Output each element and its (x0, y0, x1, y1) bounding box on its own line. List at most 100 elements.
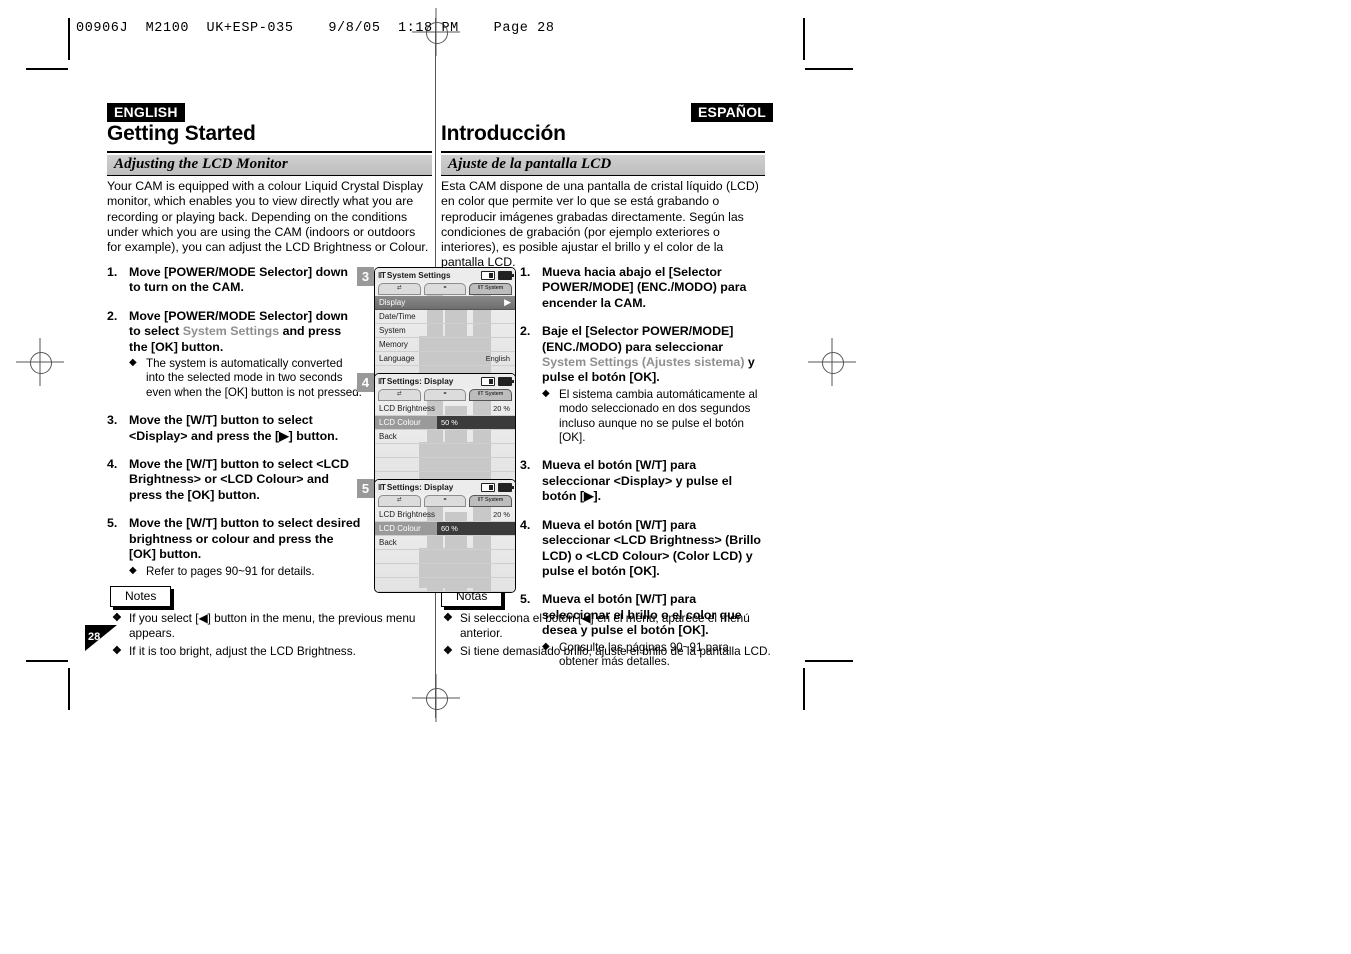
page-number-text: 28 (88, 631, 101, 643)
manual-page: 00906J M2100 UK+ESP-035 9/8/05 1:18 PM P… (0, 0, 1351, 954)
system-tab-icon[interactable]: ‖T System (469, 388, 513, 401)
lcd-menu-item[interactable]: Back (375, 430, 515, 444)
playback-tab-icon[interactable]: ⚭ (423, 282, 467, 295)
lcd-menu-item[interactable]: System (375, 324, 515, 338)
step-subnote: ◆ Refer to pages 90~91 for details. (129, 565, 362, 579)
note-text: If you select [◀] button in the menu, th… (129, 611, 416, 640)
system-mode-icon: ‖T (378, 377, 386, 386)
registration-mark-right-middle (808, 338, 856, 386)
lcd-menu-item-value: 20 % (493, 510, 510, 519)
notes-tab-english: Notes (110, 586, 172, 607)
note-item: ❖ Si tiene demasiado brillo, ajuste el br… (443, 644, 773, 659)
diamond-bullet-icon: ◆ (129, 357, 137, 369)
lcd-screen-content: ‖T System Settings ⇄ ⚭ ‖T System Display ▶ Date… (375, 268, 515, 380)
step-number: 1. (520, 265, 531, 279)
print-job-slug: 00906J M2100 UK+ESP-035 9/8/05 1:18 PM P… (76, 21, 555, 36)
note-text: Si tiene demasiado brillo, ajuste el bri… (460, 644, 771, 658)
lcd-menu-item-label: Date/Time (379, 312, 416, 321)
crop-mark-bottom-left-h (26, 660, 68, 662)
step-text: Move the [W/T] button to select <Display… (129, 413, 339, 443)
step-text: Mueva el botón [W/T] para seleccionar <L… (542, 517, 761, 578)
step-subnote: ◆ El sistema cambia automáticamente al mo… (542, 388, 765, 446)
registration-mark-left-middle (16, 338, 64, 386)
lcd-menu-item-label: Back (379, 538, 397, 547)
lcd-screen-content: ‖T Settings: Display ⇄ ⚭ ‖T System LCD Bright… (375, 374, 515, 486)
step-subnote-text: El sistema cambia automáticamente al mod… (559, 387, 758, 445)
chapter-title-spanish: Introducción (441, 122, 566, 145)
figure-step-number: 5 (357, 479, 374, 498)
lcd-menu-item-value: English (485, 354, 510, 363)
step-list-english: 1. Move [POWER/MODE Selector] down to tur… (107, 265, 362, 592)
step-item: 3. Mueva el botón [W/T] para seleccionar … (520, 458, 765, 504)
crop-mark-top-left-v (68, 18, 70, 60)
lcd-screen-content: ‖T Settings: Display ⇄ ⚭ ‖T System LCD Bright… (375, 480, 515, 592)
crop-mark-top-left-h (26, 68, 68, 70)
lcd-menu-item-selected[interactable]: LCD Colour 60 % (375, 522, 515, 536)
lcd-menu-item[interactable]: LCD Brightness 20 % (375, 402, 515, 416)
record-tab-icon[interactable]: ⇄ (378, 494, 421, 507)
step-menu-name: System Settings (182, 324, 280, 339)
page-number-badge: 28 (85, 625, 117, 651)
notes-list-english: ❖ If you select [◀] button in the menu, t… (112, 611, 432, 662)
section-bar-spanish: Ajuste de la pantalla LCD (441, 155, 765, 176)
chapter-title-english: Getting Started (107, 122, 256, 145)
note-bullet-icon: ❖ (443, 645, 453, 657)
lcd-menu-item[interactable]: Back (375, 536, 515, 550)
system-tab-icon[interactable]: ‖T System (469, 282, 513, 295)
step-number: 1. (107, 265, 118, 279)
step-number: 3. (520, 458, 531, 473)
record-tab-icon[interactable]: ⇄ (378, 282, 421, 295)
step-text: Move the [W/T] button to select <LCD Bri… (129, 457, 349, 502)
memory-card-icon (481, 483, 495, 492)
lcd-menu-item-label: LCD Brightness (379, 510, 436, 519)
section-bar-english: Adjusting the LCD Monitor (107, 155, 432, 176)
lcd-menu-item[interactable]: LCD Brightness 20 % (375, 508, 515, 522)
step-number: 3. (107, 413, 118, 428)
lcd-title-text: Settings: Display (386, 483, 454, 492)
crop-mark-bottom-right-v (803, 668, 805, 710)
battery-icon (498, 483, 514, 492)
section-title-spanish: Ajuste de la pantalla LCD (448, 156, 612, 172)
intro-paragraph-spanish: Esta CAM dispone de una pantalla de cris… (441, 179, 759, 270)
playback-tab-icon[interactable]: ⚭ (423, 494, 467, 507)
language-badge-spanish: ESPAÑOL (691, 103, 774, 122)
lcd-menu-item-value: 50 % (437, 416, 515, 429)
lcd-menu-item[interactable]: Language English (375, 352, 515, 366)
crop-mark-top-right-v (803, 18, 805, 60)
step-item: 1. Mueva hacia abajo el [Selector POWER/M… (520, 265, 765, 311)
diamond-bullet-icon: ◆ (129, 564, 137, 576)
section-title-english: Adjusting the LCD Monitor (114, 156, 288, 172)
lcd-menu-empty-row (375, 444, 515, 458)
step-item: 5. Move the [W/T] button to select desire… (107, 516, 362, 579)
lcd-menu-item[interactable]: Memory (375, 338, 515, 352)
lcd-screen: ‖T Settings: Display ⇄ ⚭ ‖T System LCD Bright… (374, 373, 516, 487)
lcd-menu-item-selected[interactable]: LCD Colour 50 % (375, 416, 515, 430)
figure-step-number: 3 (357, 267, 374, 286)
crop-mark-bottom-left-v (68, 668, 70, 710)
registration-mark-bottom-center (412, 674, 460, 722)
step-menu-name: System Settings (Ajustes sistema) (542, 355, 745, 370)
lcd-menu-item[interactable]: Date/Time (375, 310, 515, 324)
system-tab-icon[interactable]: ‖T System (469, 494, 513, 507)
lcd-menu-empty-row (375, 458, 515, 472)
lcd-menu-item-label: Display (379, 298, 406, 307)
step-text: Baje el [Selector POWER/MODE] (ENC./MODO… (542, 324, 734, 354)
step-item: 4. Move the [W/T] button to select <LCD B… (107, 457, 362, 503)
step-text: Move [POWER/MODE Selector] down to turn … (129, 265, 348, 295)
crop-mark-bottom-right-h (805, 660, 853, 662)
battery-icon (498, 271, 514, 280)
step-text: Mueva hacia abajo el [Selector POWER/MOD… (542, 265, 747, 310)
playback-tab-icon[interactable]: ⚭ (423, 388, 467, 401)
lcd-menu-item-label: Language (379, 354, 415, 363)
lcd-tab-bar: ⇄ ⚭ ‖T System (375, 282, 515, 296)
step-subnote: ◆ The system is automatically converted i… (129, 357, 362, 400)
note-item: ❖ If you select [◀] button in the menu, t… (112, 611, 432, 641)
battery-icon (498, 377, 514, 386)
lcd-menu-item-selected[interactable]: Display ▶ (375, 296, 515, 310)
step-number: 4. (107, 457, 118, 472)
language-badge-english: ENGLISH (107, 103, 185, 122)
record-tab-icon[interactable]: ⇄ (378, 388, 421, 401)
step-text: Mueva el botón [W/T] para seleccionar <D… (542, 458, 733, 504)
lcd-menu-item-value: 60 % (437, 522, 515, 535)
step-item: 1. Move [POWER/MODE Selector] down to tur… (107, 265, 362, 296)
